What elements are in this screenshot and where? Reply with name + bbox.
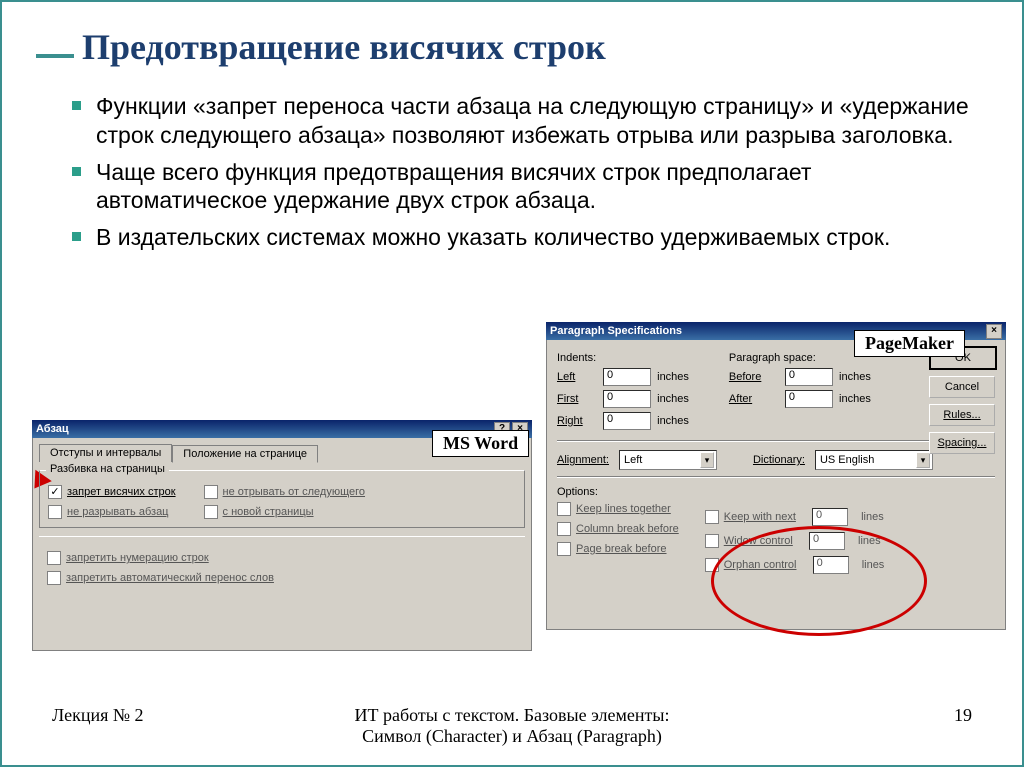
dictionary-value: US English [820, 454, 874, 466]
indents-heading: Indents: [557, 352, 689, 364]
unit-inches: inches [657, 415, 689, 427]
input-right[interactable]: 0 [603, 412, 651, 430]
spacing-button[interactable]: Spacing... [929, 432, 995, 454]
close-button[interactable]: × [986, 324, 1002, 339]
unit-inches: inches [839, 371, 871, 383]
unit-inches: inches [839, 393, 871, 405]
chk-widow-control-label: Widow control [724, 535, 793, 547]
footer-page-number: 19 [772, 705, 972, 747]
alignment-value: Left [624, 454, 642, 466]
pagemaker-title: Paragraph Specifications [550, 322, 682, 340]
input-first[interactable]: 0 [603, 390, 651, 408]
chk-widow-control[interactable]: запрет висячих строк [48, 485, 176, 499]
msword-title: Абзац [36, 420, 69, 438]
unit-lines: lines [858, 535, 881, 547]
lbl-left: Left [557, 371, 603, 383]
chk-no-hyphenation[interactable]: запретить автоматический перенос слов [47, 571, 517, 585]
extra-group: запретить нумерацию строк запретить авто… [39, 536, 525, 585]
unit-lines: lines [862, 559, 885, 571]
bullet-item: В издательских системах можно указать ко… [72, 223, 988, 252]
input-after[interactable]: 0 [785, 390, 833, 408]
msword-label: MS Word [432, 430, 529, 457]
lbl-after: After [729, 393, 785, 405]
input-before[interactable]: 0 [785, 368, 833, 386]
unit-lines: lines [861, 511, 884, 523]
chk-column-break-before-label: Column break before [576, 523, 679, 535]
chk-keep-lines-together[interactable]: Keep lines together [557, 502, 679, 516]
chk-keep-together[interactable]: не разрывать абзац [48, 505, 176, 519]
footer-center-line2: Символ (Character) и Абзац (Paragraph) [362, 726, 662, 746]
chk-suppress-line-numbers-label: запретить нумерацию строк [66, 552, 209, 564]
tab-pagination-label: Положение на странице [183, 448, 307, 460]
chk-orphan-control[interactable]: Orphan control 0 lines [705, 556, 885, 574]
chk-keep-with-next-label: не отрывать от следующего [223, 486, 365, 498]
chk-page-break-before[interactable]: с новой страницы [204, 505, 365, 519]
chk-suppress-line-numbers[interactable]: запретить нумерацию строк [47, 551, 517, 565]
chk-orphan-control-label: Orphan control [724, 559, 797, 571]
slide-footer: Лекция № 2 ИТ работы с текстом. Базовые … [2, 705, 1022, 747]
pagemaker-label: PageMaker [854, 330, 965, 357]
chk-page-break-before-label: Page break before [576, 543, 667, 555]
chk-keep-together-label: не разрывать абзац [67, 506, 169, 518]
unit-inches: inches [657, 393, 689, 405]
chk-keep-lines-together-label: Keep lines together [576, 503, 671, 515]
chk-widow-control[interactable]: Widow control 0 lines [705, 532, 885, 550]
pagemaker-dialog: Paragraph Specifications × OK Cancel Rul… [546, 322, 1006, 630]
lbl-before: Before [729, 371, 785, 383]
tab-pagination[interactable]: Положение на странице [172, 445, 318, 463]
chk-widow-control-label: запрет висячих строк [67, 486, 176, 498]
slide-title: Предотвращение висячих строк [82, 26, 988, 68]
rules-button[interactable]: Rules... [929, 404, 995, 426]
pagination-group: Разбивка на страницы запрет висячих стро… [39, 470, 525, 528]
unit-inches: inches [657, 371, 689, 383]
rules-button-label: Rules... [943, 409, 980, 421]
input-left[interactable]: 0 [603, 368, 651, 386]
cancel-button[interactable]: Cancel [929, 376, 995, 398]
lbl-dictionary: Dictionary: [753, 454, 805, 466]
lbl-right: Right [557, 415, 603, 427]
bullet-list: Функции «запрет переноса части абзаца на… [72, 92, 988, 252]
chk-column-break-before[interactable]: Column break before [557, 522, 679, 536]
chk-page-break-before-label: с новой страницы [223, 506, 314, 518]
dictionary-select[interactable]: US English ▾ [815, 450, 933, 470]
spacing-button-label: Spacing... [938, 437, 987, 449]
lbl-alignment: Alignment: [557, 454, 609, 466]
space-heading: Paragraph space: [729, 352, 871, 364]
title-accent-rule [36, 54, 74, 58]
bullet-item: Чаще всего функция предотвращения висячи… [72, 158, 988, 216]
tab-indents-label: Отступы и интервалы [50, 447, 161, 459]
input-keep-next-lines[interactable]: 0 [812, 508, 848, 526]
chevron-down-icon: ▾ [700, 452, 714, 468]
input-orphan-lines[interactable]: 0 [813, 556, 849, 574]
chk-keep-with-next[interactable]: Keep with next 0 lines [705, 508, 885, 526]
tab-indents[interactable]: Отступы и интервалы [39, 444, 172, 462]
chk-keep-with-next-label: Keep with next [724, 511, 796, 523]
footer-left: Лекция № 2 [52, 705, 252, 747]
footer-center-line1: ИТ работы с текстом. Базовые элементы: [355, 705, 670, 725]
chevron-down-icon: ▾ [916, 452, 930, 468]
bullet-item: Функции «запрет переноса части абзаца на… [72, 92, 988, 150]
chk-page-break-before[interactable]: Page break before [557, 542, 679, 556]
chk-keep-with-next[interactable]: не отрывать от следующего [204, 485, 365, 499]
pagination-group-title: Разбивка на страницы [46, 463, 169, 475]
lbl-first: First [557, 393, 603, 405]
alignment-select[interactable]: Left ▾ [619, 450, 717, 470]
chk-no-hyphenation-label: запретить автоматический перенос слов [66, 572, 274, 584]
options-heading: Options: [557, 486, 995, 498]
input-widow-lines[interactable]: 0 [809, 532, 845, 550]
